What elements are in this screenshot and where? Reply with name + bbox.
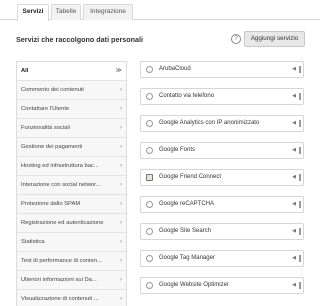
sidebar-item[interactable]: Interazione con social networ... › [17, 176, 126, 195]
sidebar-item-all[interactable]: All ≫ [17, 62, 126, 81]
sidebar-item-label: Contattare l'Utente [21, 106, 70, 112]
chevron-left-icon[interactable]: ◀ [292, 143, 296, 158]
chevron-left-icon[interactable]: ◀ [292, 197, 296, 212]
service-row[interactable]: Google Friend Connect ◀ [140, 169, 304, 186]
sidebar-item-label: Hosting ed infrastruttura bac... [21, 163, 99, 169]
chevron-left-icon[interactable]: ◀ [292, 116, 296, 131]
drag-handle[interactable] [299, 147, 301, 154]
service-name: Contatto via telefono [159, 93, 215, 99]
sidebar-item[interactable]: Test di performance di conten... › [17, 252, 126, 271]
sidebar-item[interactable]: Commento dei contenuti › [17, 81, 126, 100]
tab-servizi[interactable]: Servizi [17, 4, 49, 21]
sidebar-item[interactable]: Hosting ed infrastruttura bac... › [17, 157, 126, 176]
drag-handle[interactable] [299, 66, 301, 73]
service-row[interactable]: Contatto via telefono ◀ [140, 88, 304, 105]
drag-handle[interactable] [299, 174, 301, 181]
chevron-right-icon: › [120, 125, 122, 131]
service-row[interactable]: Google reCAPTCHA ◀ [140, 196, 304, 213]
drag-handle[interactable] [299, 93, 301, 100]
sidebar-item[interactable]: Statistica › [17, 233, 126, 252]
service-icon [146, 282, 153, 289]
category-sidebar: All ≫ Commento dei contenuti › Contattare … [16, 61, 127, 306]
service-row[interactable]: Google Analytics con IP anonimizzato ◀ [140, 115, 304, 132]
service-icon [146, 255, 153, 262]
sidebar-item[interactable]: Protezione dallo SPAM › [17, 195, 126, 214]
sidebar-item-label: Commento dei contenuti [21, 87, 84, 93]
google-friend-connect-icon [146, 174, 153, 181]
drag-handle[interactable] [299, 255, 301, 262]
sidebar-item-label: Protezione dallo SPAM [21, 201, 81, 207]
service-name: Google Analytics con IP anonimizzato [159, 120, 260, 126]
sidebar-item-label: Funzionalità sociali [21, 125, 70, 131]
service-name: Google Friend Connect [159, 174, 222, 180]
tab-bar: Servizi Tabelle Integrazione [0, 0, 320, 21]
chevron-left-icon[interactable]: ◀ [292, 89, 296, 104]
sidebar-item[interactable]: Contattare l'Utente › [17, 100, 126, 119]
sidebar-item[interactable]: Gestione dei pagamenti › [17, 138, 126, 157]
tab-integrazione[interactable]: Integrazione [83, 4, 133, 20]
double-arrow-icon: ≫ [115, 68, 122, 74]
service-name: Google Website Optimizer [159, 282, 229, 288]
chevron-left-icon[interactable]: ◀ [292, 224, 296, 239]
chevron-right-icon: › [120, 296, 122, 302]
help-icon[interactable]: ? [231, 34, 241, 44]
chevron-left-icon[interactable]: ◀ [292, 170, 296, 185]
service-name: Google Site Search [159, 228, 212, 234]
drag-handle[interactable] [299, 120, 301, 127]
sidebar-item-label: Registrazione ed autenticazione [21, 220, 104, 226]
sidebar-item[interactable]: Ulteriori informazioni sui Da... › [17, 271, 126, 290]
chevron-right-icon: › [120, 277, 122, 283]
service-row[interactable]: Google Website Optimizer ◀ [140, 277, 304, 294]
chevron-right-icon: › [120, 182, 122, 188]
sidebar-item-label: Interazione con social networ... [21, 182, 101, 188]
chevron-right-icon: › [120, 220, 122, 226]
service-icon [146, 147, 153, 154]
chevron-right-icon: › [120, 87, 122, 93]
sidebar-item-label: Visualizzazione di contenuti ... [21, 296, 99, 302]
service-row[interactable]: Google Tag Manager ◀ [140, 250, 304, 267]
add-service-button[interactable]: Aggiungi servizio [244, 31, 305, 47]
service-name: Google Fonts [159, 147, 196, 153]
sidebar-item[interactable]: Funzionalità sociali › [17, 119, 126, 138]
chevron-left-icon[interactable]: ◀ [292, 251, 296, 266]
sidebar-item[interactable]: Visualizzazione di contenuti ... › [17, 290, 126, 306]
sidebar-item-label: Test di performance di conten... [21, 258, 102, 264]
sidebar-item-label: All [21, 68, 29, 74]
service-name: ArubaCloud [159, 66, 191, 72]
service-name: Google reCAPTCHA [159, 201, 215, 207]
service-icon [146, 93, 153, 100]
chevron-right-icon: › [120, 201, 122, 207]
sidebar-item[interactable]: Registrazione ed autenticazione › [17, 214, 126, 233]
sidebar-item-label: Ulteriori informazioni sui Da... [21, 277, 97, 283]
chevron-right-icon: › [120, 106, 122, 112]
sidebar-item-label: Statistica [21, 239, 45, 245]
service-icon [146, 201, 153, 208]
drag-handle[interactable] [299, 228, 301, 235]
chevron-right-icon: › [120, 258, 122, 264]
service-icon [146, 66, 153, 73]
tab-tabelle[interactable]: Tabelle [51, 4, 81, 20]
service-row[interactable]: ArubaCloud ◀ [140, 61, 304, 78]
service-row[interactable]: Google Site Search ◀ [140, 223, 304, 240]
chevron-right-icon: › [120, 144, 122, 150]
service-icon [146, 228, 153, 235]
service-icon [146, 120, 153, 127]
service-name: Google Tag Manager [159, 255, 215, 261]
sidebar-item-label: Gestione dei pagamenti [21, 144, 83, 150]
service-row[interactable]: Google Fonts ◀ [140, 142, 304, 159]
chevron-left-icon[interactable]: ◀ [292, 278, 296, 293]
chevron-right-icon: › [120, 163, 122, 169]
drag-handle[interactable] [299, 201, 301, 208]
page-title: Servizi che raccolgono dati personali [16, 35, 144, 44]
chevron-right-icon: › [120, 239, 122, 245]
chevron-left-icon[interactable]: ◀ [292, 62, 296, 77]
drag-handle[interactable] [299, 282, 301, 289]
